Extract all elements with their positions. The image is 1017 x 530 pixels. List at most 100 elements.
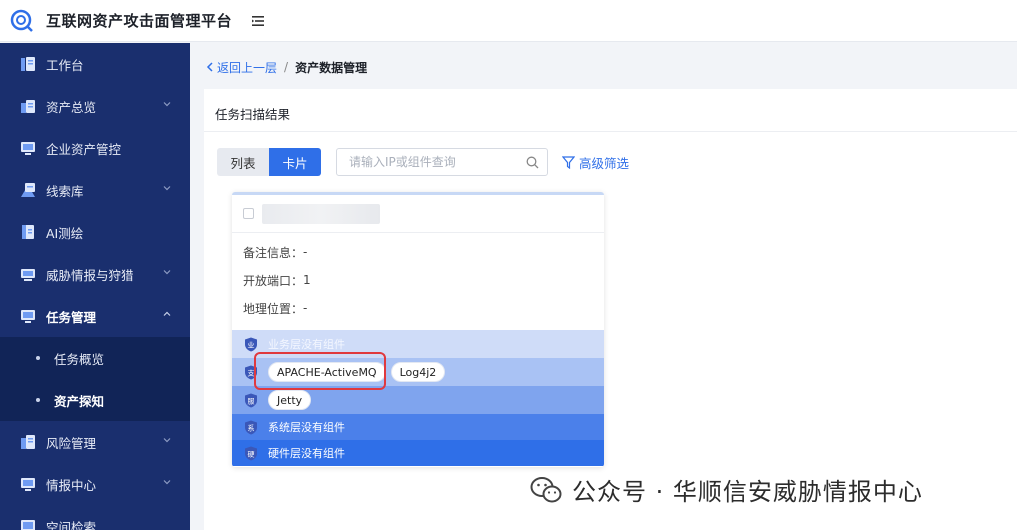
info-value: 1 bbox=[303, 273, 311, 287]
breadcrumb-current: 资产数据管理 bbox=[295, 60, 368, 75]
advanced-filter-label: 高级筛选 bbox=[579, 156, 630, 171]
chevron-down-icon bbox=[163, 438, 171, 443]
info-label: 备注信息： bbox=[243, 245, 304, 260]
sidebar-item-label: 资产总览 bbox=[46, 99, 97, 115]
sidebar-item-ai-mapping[interactable]: AI测绘 bbox=[0, 211, 190, 253]
filter-icon bbox=[562, 156, 575, 169]
sidebar-item-label: 威胁情报与狩猎 bbox=[46, 267, 134, 283]
app-title: 互联网资产攻击面管理平台 bbox=[46, 12, 233, 30]
breadcrumb-separator: / bbox=[284, 60, 289, 74]
shield-icon: 服 bbox=[244, 393, 258, 408]
card-view-button[interactable]: 卡片 bbox=[269, 148, 321, 176]
list-view-button[interactable]: 列表 bbox=[217, 148, 269, 176]
sidebar-item-label: 风险管理 bbox=[46, 435, 97, 451]
sidebar-subitem-asset-discovery[interactable]: 资产探知 bbox=[0, 379, 190, 421]
sidebar-item-enterprise-asset-control[interactable]: 企业资产管控 bbox=[0, 127, 190, 169]
sidebar-nav: 工作台 资产总览 企业资产管控 线索库 AI测绘 威胁情报与狩猎 任务管理 任务… bbox=[0, 43, 190, 530]
chevron-down-icon bbox=[163, 102, 171, 107]
info-value: - bbox=[303, 245, 308, 259]
sidebar-item-label: 情报中心 bbox=[46, 477, 97, 493]
info-label: 开放端口： bbox=[243, 273, 304, 288]
wechat-icon bbox=[530, 476, 562, 502]
shield-char: 硬 bbox=[248, 450, 255, 458]
chevron-up-icon bbox=[163, 311, 171, 316]
panel-title: 任务扫描结果 bbox=[215, 107, 291, 122]
sidebar-item-space-search[interactable]: 空间检索 bbox=[0, 505, 190, 530]
sidebar-item-label: 工作台 bbox=[46, 57, 84, 73]
layer-service: 服 Jetty bbox=[232, 386, 604, 414]
search-space-icon bbox=[20, 518, 36, 530]
sidebar-item-label: 线索库 bbox=[46, 183, 84, 199]
shield-char: 系 bbox=[248, 423, 255, 432]
sidebar-item-label: 企业资产管控 bbox=[46, 141, 122, 157]
shield-icon: 业 bbox=[244, 337, 258, 352]
redacted-ip bbox=[262, 203, 380, 224]
card-header bbox=[232, 195, 604, 233]
component-tag[interactable]: APACHE-ActiveMQ bbox=[268, 362, 386, 382]
card-checkbox[interactable] bbox=[243, 208, 254, 219]
watermark: 公众号 · 华顺信安威胁情报中心 bbox=[530, 472, 923, 507]
watermark-text: 公众号 · 华顺信安威胁情报中心 bbox=[572, 478, 923, 506]
search-box bbox=[336, 148, 548, 176]
top-header: 互联网资产攻击面管理平台 bbox=[0, 0, 1017, 42]
search-icon[interactable] bbox=[526, 156, 539, 169]
sidebar-subitem-label: 资产探知 bbox=[54, 393, 105, 409]
info-row-location: 地理位置： - bbox=[232, 294, 604, 322]
info-value: - bbox=[303, 301, 308, 315]
search-input[interactable] bbox=[337, 155, 517, 169]
main-content: 返回上一层 / 资产数据管理 任务扫描结果 列表 卡片 高级筛选 备 bbox=[190, 43, 1017, 530]
layer-business: 业 业务层没有组件 bbox=[232, 330, 604, 358]
sidebar-item-workbench[interactable]: 工作台 bbox=[0, 43, 190, 85]
advanced-filter-button[interactable]: 高级筛选 bbox=[562, 153, 629, 172]
back-link[interactable]: 返回上一层 bbox=[206, 59, 277, 76]
back-link-label: 返回上一层 bbox=[217, 60, 278, 75]
scan-results-panel: 任务扫描结果 列表 卡片 高级筛选 备注信息： - 开放 bbox=[204, 89, 1017, 530]
chevron-left-icon bbox=[206, 62, 213, 72]
breadcrumb: 返回上一层 / 资产数据管理 bbox=[206, 59, 367, 75]
layer-hardware: 硬 硬件层没有组件 bbox=[232, 440, 604, 466]
monitor-icon bbox=[20, 140, 36, 156]
shield-icon: 系 bbox=[244, 420, 258, 435]
chevron-down-icon bbox=[163, 186, 171, 191]
sidebar-item-risk-management[interactable]: 风险管理 bbox=[0, 421, 190, 463]
threat-icon bbox=[20, 266, 36, 282]
component-layers: 业 业务层没有组件 支 APACHE-ActiveMQ Log4j2 服 Jet… bbox=[232, 330, 604, 466]
sidebar-subitem-task-overview[interactable]: 任务概览 bbox=[0, 337, 190, 379]
layer-text: 业务层没有组件 bbox=[268, 338, 345, 351]
task-icon bbox=[20, 308, 36, 324]
component-tag[interactable]: Log4j2 bbox=[390, 362, 446, 382]
assets-icon bbox=[20, 98, 36, 114]
chevron-down-icon bbox=[163, 480, 171, 485]
chevron-down-icon bbox=[163, 270, 171, 275]
layer-text: 系统层没有组件 bbox=[268, 421, 345, 434]
view-toggle: 列表 卡片 bbox=[217, 148, 321, 176]
menu-collapse-icon[interactable] bbox=[250, 14, 266, 28]
shield-icon: 硬 bbox=[244, 446, 258, 461]
sidebar-item-intel-center[interactable]: 情报中心 bbox=[0, 463, 190, 505]
bullet-icon bbox=[36, 356, 40, 360]
sidebar-item-task-management[interactable]: 任务管理 bbox=[0, 295, 190, 337]
layer-system: 系 系统层没有组件 bbox=[232, 414, 604, 440]
info-row-remark: 备注信息： - bbox=[232, 238, 604, 266]
doc-icon bbox=[20, 224, 36, 240]
sidebar-item-asset-overview[interactable]: 资产总览 bbox=[0, 85, 190, 127]
panel-divider bbox=[204, 131, 1017, 132]
layer-support: 支 APACHE-ActiveMQ Log4j2 bbox=[232, 358, 604, 386]
layer-text: 硬件层没有组件 bbox=[268, 447, 345, 460]
sidebar-item-label: 任务管理 bbox=[46, 309, 97, 325]
sidebar-subitem-label: 任务概览 bbox=[54, 351, 105, 367]
shield-icon: 支 bbox=[244, 365, 258, 380]
sidebar-item-threat-intel-hunting[interactable]: 威胁情报与狩猎 bbox=[0, 253, 190, 295]
sidebar-item-clue-library[interactable]: 线索库 bbox=[0, 169, 190, 211]
info-row-open-ports: 开放端口： 1 bbox=[232, 266, 604, 294]
asset-card: 备注信息： - 开放端口： 1 地理位置： - 业 业务层没有组件 支 APAC… bbox=[232, 192, 604, 467]
clue-icon bbox=[20, 182, 36, 198]
bullet-icon bbox=[36, 398, 40, 402]
platform-logo-icon bbox=[8, 7, 36, 35]
dashboard-icon bbox=[20, 56, 36, 72]
shield-char: 服 bbox=[248, 397, 255, 405]
shield-char: 业 bbox=[248, 340, 255, 349]
sidebar-item-label: AI测绘 bbox=[46, 225, 84, 241]
component-tag[interactable]: Jetty bbox=[268, 390, 312, 410]
shield-char: 支 bbox=[248, 368, 255, 377]
